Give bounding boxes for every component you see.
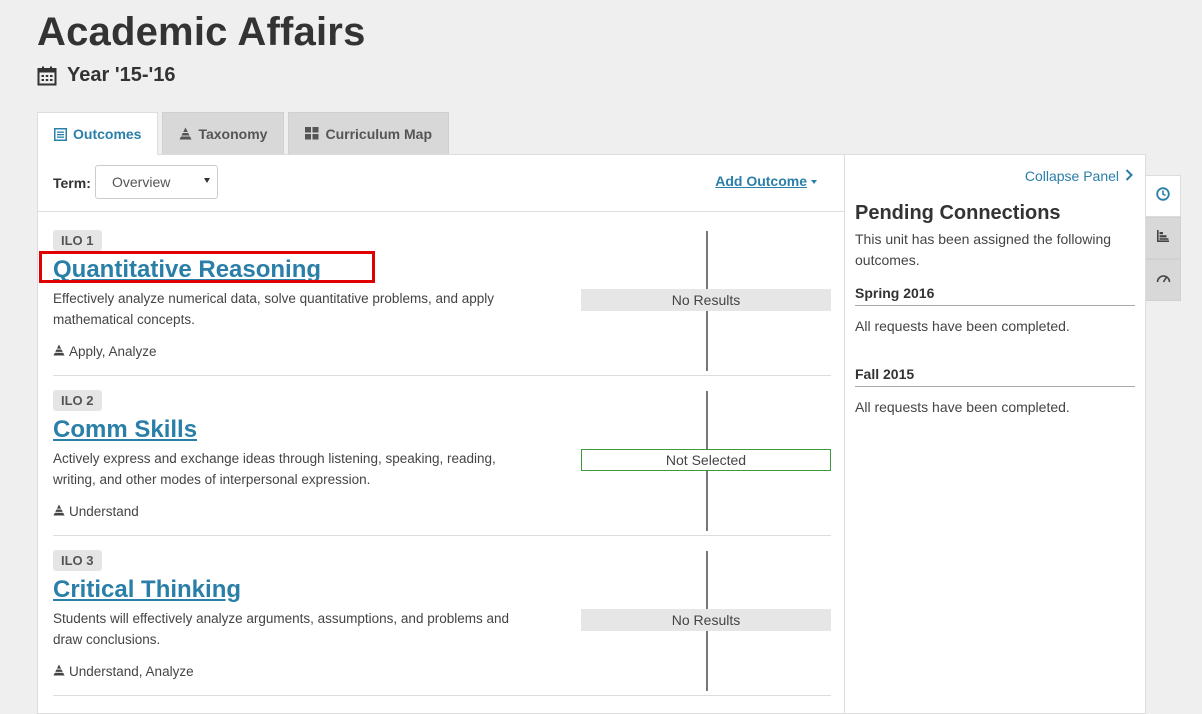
clock-icon xyxy=(1156,186,1170,206)
bar-chart-icon xyxy=(1156,229,1170,248)
ilo-badge: ILO 3 xyxy=(53,550,102,571)
tab-bar: Outcomes Taxonomy Curriculum Map xyxy=(37,112,453,155)
side-tab-stats[interactable] xyxy=(1146,217,1181,259)
tab-outcomes[interactable]: Outcomes xyxy=(37,112,159,155)
term-group: Fall 2015 All requests have been complet… xyxy=(855,366,1135,415)
tab-outcomes-label: Outcomes xyxy=(73,126,142,142)
term-group-heading: Spring 2016 xyxy=(855,285,1135,306)
term-toolbar: Term: Overview Add Outcome xyxy=(38,155,844,212)
grid-icon xyxy=(305,127,319,140)
taxonomy-text: Apply, Analyze xyxy=(69,344,157,359)
status-box[interactable]: Not Selected xyxy=(581,449,831,471)
taxonomy-text: Understand, Analyze xyxy=(69,664,194,679)
term-group-message: All requests have been completed. xyxy=(855,318,1070,334)
outcome-item: ILO 2 Comm Skills Actively express and e… xyxy=(53,376,831,536)
side-panel-title: Pending Connections xyxy=(855,202,1061,224)
calendar-icon xyxy=(37,66,57,86)
ilo-badge: ILO 1 xyxy=(53,230,102,251)
add-outcome-button[interactable]: Add Outcome xyxy=(715,173,817,189)
caret-down-icon xyxy=(204,178,210,183)
outcome-title-link[interactable]: Comm Skills xyxy=(53,416,197,444)
collapse-panel-label: Collapse Panel xyxy=(1024,168,1119,184)
list-icon xyxy=(54,127,67,141)
outcome-item: ILO 3 Critical Thinking Students will ef… xyxy=(53,536,831,696)
side-panel-description: This unit has been assigned the followin… xyxy=(855,231,1112,268)
term-label: Term: xyxy=(53,175,91,191)
side-tab-pending[interactable] xyxy=(1146,175,1181,217)
gauge-icon xyxy=(1156,271,1171,289)
outcome-item: ILO 1 Quantitative Reasoning Effectively… xyxy=(53,216,831,376)
tab-curriculum-map[interactable]: Curriculum Map xyxy=(288,112,450,154)
status-box[interactable]: No Results xyxy=(581,609,831,631)
year-text: Year '15-'16 xyxy=(67,64,176,86)
term-group-heading: Fall 2015 xyxy=(855,366,1135,387)
chevron-right-icon xyxy=(1125,168,1133,184)
outcomes-panel: Term: Overview Add Outcome ILO 1 Quantit… xyxy=(37,154,845,714)
caret-down-icon xyxy=(811,180,817,184)
outcome-description: Actively express and exchange ideas thro… xyxy=(53,451,496,487)
outcome-taxonomy: Apply, Analyze xyxy=(53,344,157,359)
side-panel: Collapse Panel Pending Connections This … xyxy=(845,154,1146,714)
pyramid-icon xyxy=(179,127,192,140)
pyramid-icon xyxy=(53,664,65,679)
term-select[interactable]: Overview xyxy=(95,165,218,199)
side-tab-gauge[interactable] xyxy=(1146,259,1181,301)
outcome-taxonomy: Understand, Analyze xyxy=(53,664,194,679)
term-group: Spring 2016 All requests have been compl… xyxy=(855,285,1135,334)
collapse-panel-button[interactable]: Collapse Panel xyxy=(1025,168,1133,184)
tab-taxonomy-label: Taxonomy xyxy=(198,125,268,142)
status-box[interactable]: No Results xyxy=(581,289,831,311)
outcome-description: Effectively analyze numerical data, solv… xyxy=(53,291,494,327)
taxonomy-text: Understand xyxy=(69,504,139,519)
tab-curriculum-map-label: Curriculum Map xyxy=(325,125,433,142)
outcome-title-link[interactable]: Quantitative Reasoning xyxy=(53,256,321,284)
pyramid-icon xyxy=(53,344,65,359)
year-label: Year '15-'16 xyxy=(37,64,176,87)
term-group-message: All requests have been completed. xyxy=(855,399,1070,415)
page-title: Academic Affairs xyxy=(37,10,366,54)
ilo-badge: ILO 2 xyxy=(53,390,102,411)
outcome-taxonomy: Understand xyxy=(53,504,139,519)
outcome-title-link[interactable]: Critical Thinking xyxy=(53,576,241,604)
outcome-description: Students will effectively analyze argume… xyxy=(53,611,509,647)
pyramid-icon xyxy=(53,504,65,519)
tab-taxonomy[interactable]: Taxonomy xyxy=(162,112,285,154)
side-tab-bar xyxy=(1146,175,1181,301)
term-select-value: Overview xyxy=(112,174,171,190)
add-outcome-label: Add Outcome xyxy=(715,173,807,189)
